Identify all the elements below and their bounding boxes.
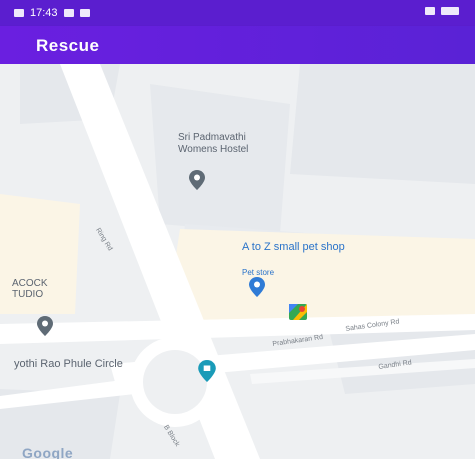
app-notification-icon [63, 9, 74, 17]
notification-icon [14, 9, 24, 17]
place-label-hostel: Sri Padmavathi Womens Hostel [178, 132, 249, 155]
status-right [425, 7, 459, 15]
app-title: Rescue [36, 36, 100, 55]
place-label-studio: ACOCK TUDIO [12, 278, 48, 300]
place-label-circle[interactable]: yothi Rao Phule Circle [14, 358, 123, 370]
map-view[interactable]: Sri Padmavathi Womens Hostel A to Z smal… [0, 64, 475, 459]
map-block [150, 84, 290, 234]
app-bar: Rescue [0, 26, 475, 64]
google-attribution: Google [22, 445, 74, 459]
map-pin-pet-store-icon[interactable] [249, 277, 265, 297]
map-pin-circle-icon[interactable] [198, 360, 216, 382]
signal-icon [425, 7, 435, 15]
status-time: 17:43 [30, 7, 58, 19]
place-label-pet-shop[interactable]: A to Z small pet shop [242, 241, 345, 253]
battery-icon [441, 7, 459, 15]
map-pin-hostel-icon[interactable] [189, 170, 205, 190]
status-bar: 17:43 [0, 0, 475, 26]
gallery-notification-icon [79, 9, 90, 17]
status-left: 17:43 [14, 7, 90, 19]
map-pin-studio-icon[interactable] [37, 316, 53, 336]
map-canvas[interactable] [0, 64, 475, 459]
map-block [290, 64, 475, 184]
google-maps-logo-icon[interactable] [289, 304, 307, 320]
